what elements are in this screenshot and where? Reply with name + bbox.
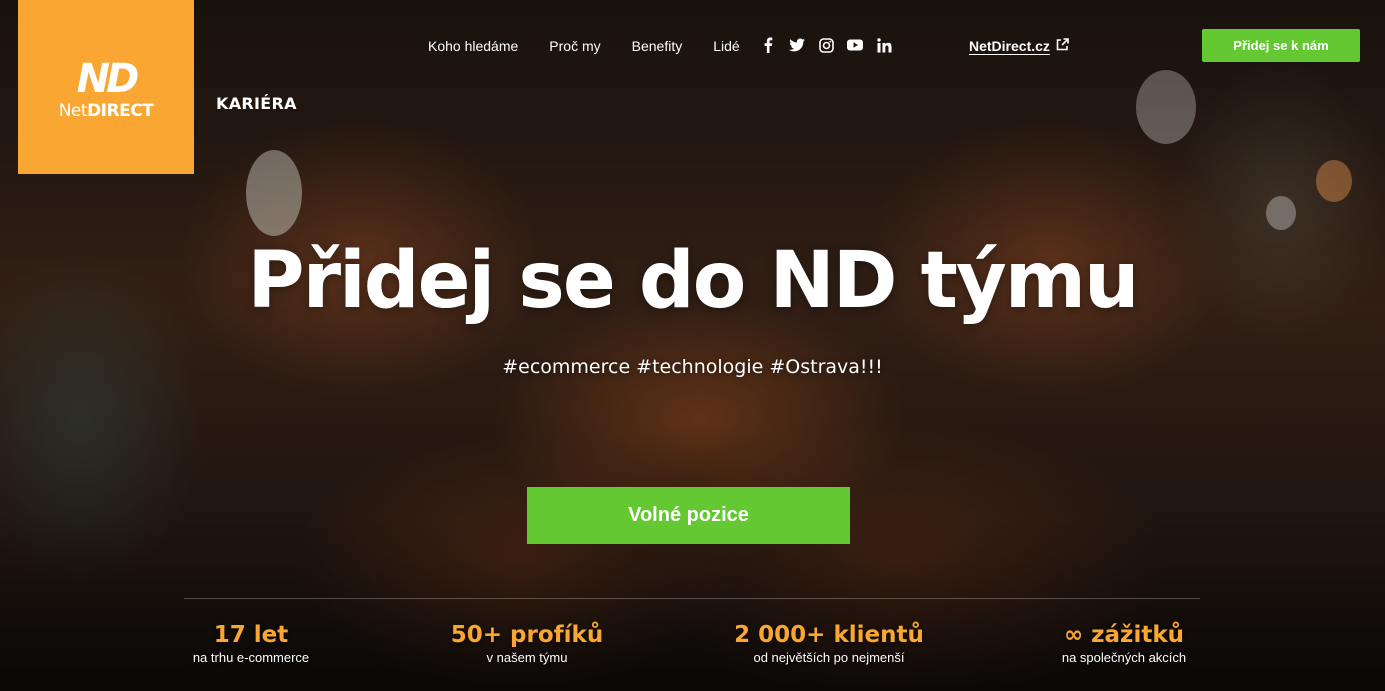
youtube-icon[interactable] [847, 36, 863, 54]
stat-label: na trhu e-commerce [192, 650, 310, 665]
stat-item: 2 000+ klientů od největších po nejmenší [699, 620, 959, 666]
join-us-button[interactable]: Přidej se k nám [1202, 29, 1360, 62]
facebook-icon[interactable] [760, 36, 776, 54]
external-link-label: NetDirect.cz [969, 38, 1050, 54]
open-positions-button[interactable]: Volné pozice [527, 487, 850, 544]
nav-item-koho-hledame[interactable]: Koho hledáme [428, 38, 518, 54]
hero-overlay [0, 0, 1385, 691]
nav-item-benefity[interactable]: Benefity [632, 38, 683, 54]
stats-divider [184, 598, 1200, 599]
stat-value: 17 let [213, 622, 289, 648]
stat-value: 50+ profíků [450, 622, 604, 648]
linkedin-icon[interactable] [876, 36, 892, 54]
nav-item-proc-my[interactable]: Proč my [549, 38, 600, 54]
stat-item: 50+ profíků v našem týmu [397, 620, 657, 666]
logo-text-bold: DIRECT [87, 101, 154, 121]
nav-item-lide[interactable]: Lidé [713, 38, 739, 54]
stats-row: 17 let na trhu e-commerce 50+ profíků v … [0, 620, 1385, 680]
logo-mark: ND [76, 56, 140, 102]
main-nav: Koho hledáme Proč my Benefity Lidé [428, 38, 758, 54]
stat-value: ∞ zážitků [1063, 622, 1184, 648]
stat-label: od největších po nejmenší [753, 650, 905, 665]
stat-value: 2 000+ klientů [734, 622, 924, 648]
logo-text-light: Net [58, 101, 88, 121]
stat-label: v našem týmu [486, 650, 568, 665]
stat-item: ∞ zážitků na společných akcích [994, 620, 1254, 666]
netdirect-external-link[interactable]: NetDirect.cz [969, 38, 1069, 54]
netdirect-logo[interactable]: ND NetDIRECT [18, 0, 194, 174]
twitter-icon[interactable] [789, 36, 805, 54]
hero-title: Přidej se do ND týmu [247, 236, 1139, 326]
logo-wordmark: NetDIRECT [59, 101, 154, 121]
stat-item: 17 let na trhu e-commerce [121, 620, 381, 666]
social-links [760, 36, 892, 54]
stat-label: na společných akcích [1061, 650, 1187, 665]
section-title[interactable]: KARIÉRA [216, 94, 297, 113]
external-link-icon [1056, 38, 1069, 54]
hero-subtitle: #ecommerce #technologie #Ostrava!!! [502, 356, 883, 378]
instagram-icon[interactable] [818, 36, 834, 54]
